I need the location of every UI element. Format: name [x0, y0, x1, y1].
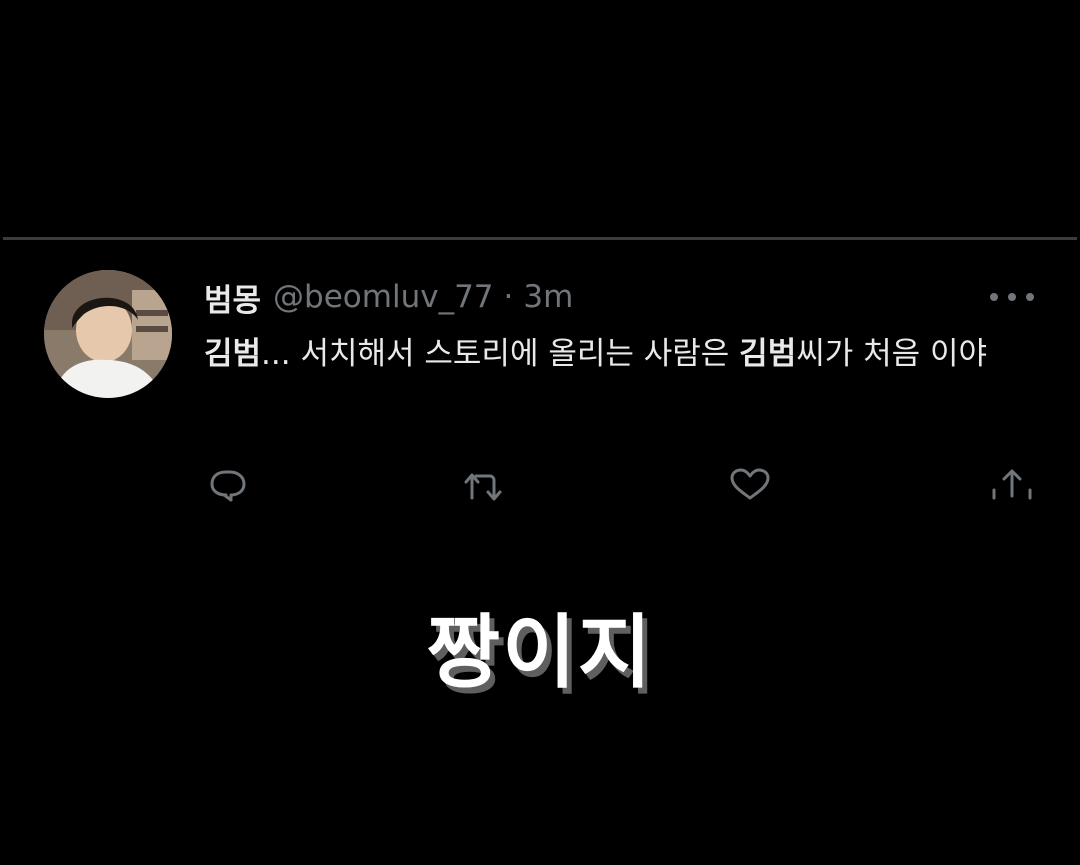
caption-text: 짱이지 — [426, 606, 654, 699]
text-segment: ... 서치해서 스토리에 올리는 사람은 — [261, 336, 740, 372]
more-dots-icon[interactable] — [990, 282, 1034, 312]
timestamp[interactable]: 3m — [523, 279, 573, 315]
dot — [1026, 293, 1034, 301]
retweet-icon[interactable] — [462, 466, 510, 502]
tweet-text: 김범... 서치해서 스토리에 올리는 사람은 김범씨가 처음 이야 — [204, 330, 1044, 378]
share-icon[interactable] — [988, 466, 1036, 502]
bold-name: 김범 — [739, 336, 797, 372]
bold-name: 김범 — [204, 336, 262, 372]
tweet[interactable]: 범몽 @beomluv_77 · 3m 김범... 서치해서 스토리에 올리는 … — [0, 240, 1080, 520]
text-segment: 씨가 처음 이야 — [796, 336, 988, 372]
avatar[interactable] — [44, 270, 172, 398]
like-icon[interactable] — [726, 466, 774, 502]
tweet-header: 범몽 @beomluv_77 · 3m — [204, 275, 573, 320]
user-handle[interactable]: @beomluv_77 — [273, 279, 493, 315]
dot — [990, 293, 998, 301]
dot — [1008, 293, 1016, 301]
display-name[interactable]: 범몽 — [204, 275, 261, 320]
separator: · — [503, 279, 514, 315]
reply-icon[interactable] — [204, 466, 252, 502]
